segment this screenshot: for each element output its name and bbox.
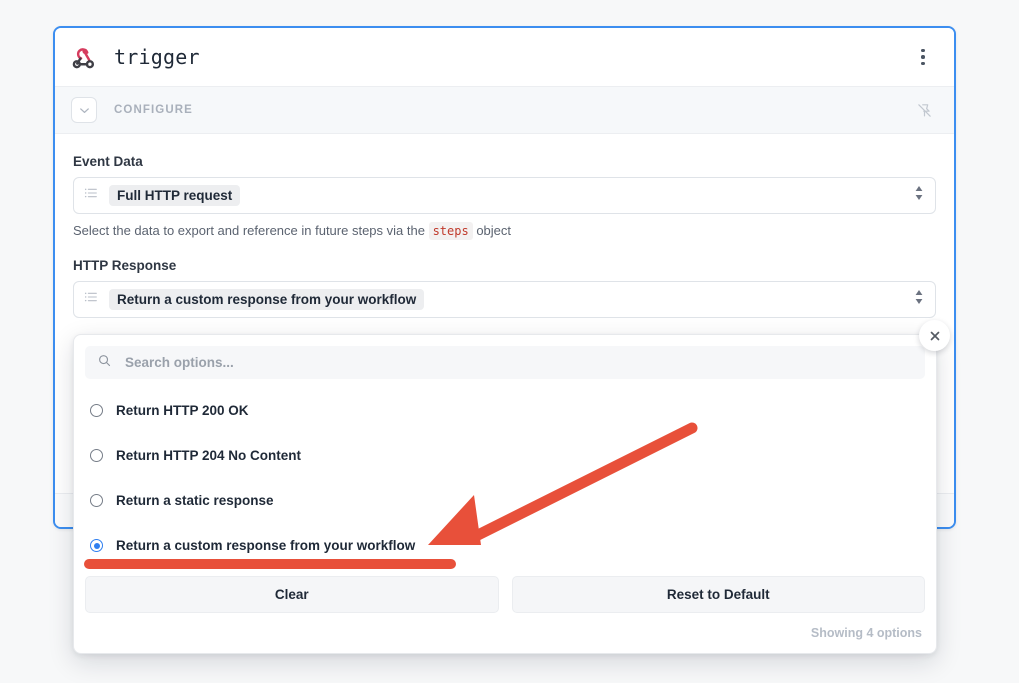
card-body: Event Data Full HTTP request Select the …	[55, 134, 954, 318]
search-input[interactable]	[125, 355, 913, 370]
option-label: Return a static response	[116, 493, 274, 508]
options-list: Return HTTP 200 OK Return HTTP 204 No Co…	[74, 379, 936, 574]
configure-section-header: CONFIGURE	[55, 87, 954, 134]
option-row-return-custom-response[interactable]: Return a custom response from your workf…	[74, 523, 936, 568]
reset-to-default-button[interactable]: Reset to Default	[511, 576, 925, 613]
chevron-down-icon[interactable]	[71, 97, 97, 123]
option-row-return-http-200[interactable]: Return HTTP 200 OK	[74, 388, 936, 433]
kebab-menu-icon[interactable]	[910, 42, 936, 72]
option-row-return-http-204[interactable]: Return HTTP 204 No Content	[74, 433, 936, 478]
search-icon	[97, 353, 112, 373]
help-text-prefix: Select the data to export and reference …	[73, 223, 425, 238]
list-icon	[83, 185, 99, 206]
dropdown-action-row: Clear Reset to Default	[74, 576, 936, 613]
webhook-icon	[71, 43, 99, 71]
clear-button[interactable]: Clear	[85, 576, 499, 613]
http-response-options-dropdown: Return HTTP 200 OK Return HTTP 204 No Co…	[73, 334, 937, 654]
up-down-stepper-icon[interactable]	[913, 287, 925, 312]
search-options-row[interactable]	[85, 346, 925, 379]
card-header: trigger	[55, 28, 954, 87]
radio-icon[interactable]	[90, 494, 103, 507]
up-down-stepper-icon[interactable]	[913, 183, 925, 208]
radio-icon[interactable]	[90, 449, 103, 462]
option-label: Return HTTP 200 OK	[116, 403, 249, 418]
option-label: Return a custom response from your workf…	[116, 538, 416, 553]
radio-icon-selected[interactable]	[90, 539, 103, 552]
option-row-return-static-response[interactable]: Return a static response	[74, 478, 936, 523]
configure-label: CONFIGURE	[114, 104, 193, 116]
event-data-value: Full HTTP request	[109, 185, 241, 206]
http-response-select[interactable]: Return a custom response from your workf…	[73, 281, 936, 318]
radio-icon[interactable]	[90, 404, 103, 417]
page-title: trigger	[114, 45, 200, 69]
steps-code-token: steps	[428, 222, 473, 240]
list-icon	[83, 289, 99, 310]
event-data-help-text: Select the data to export and reference …	[73, 222, 936, 240]
http-response-label: HTTP Response	[73, 258, 177, 273]
option-label: Return HTTP 204 No Content	[116, 448, 302, 463]
http-response-value: Return a custom response from your workf…	[109, 289, 425, 310]
event-data-label: Event Data	[73, 154, 143, 169]
options-count-footer: Showing 4 options	[810, 626, 922, 640]
close-icon[interactable]	[919, 320, 950, 351]
pin-off-icon[interactable]	[912, 98, 936, 122]
event-data-select[interactable]: Full HTTP request	[73, 177, 936, 214]
help-text-suffix: object	[476, 223, 512, 238]
